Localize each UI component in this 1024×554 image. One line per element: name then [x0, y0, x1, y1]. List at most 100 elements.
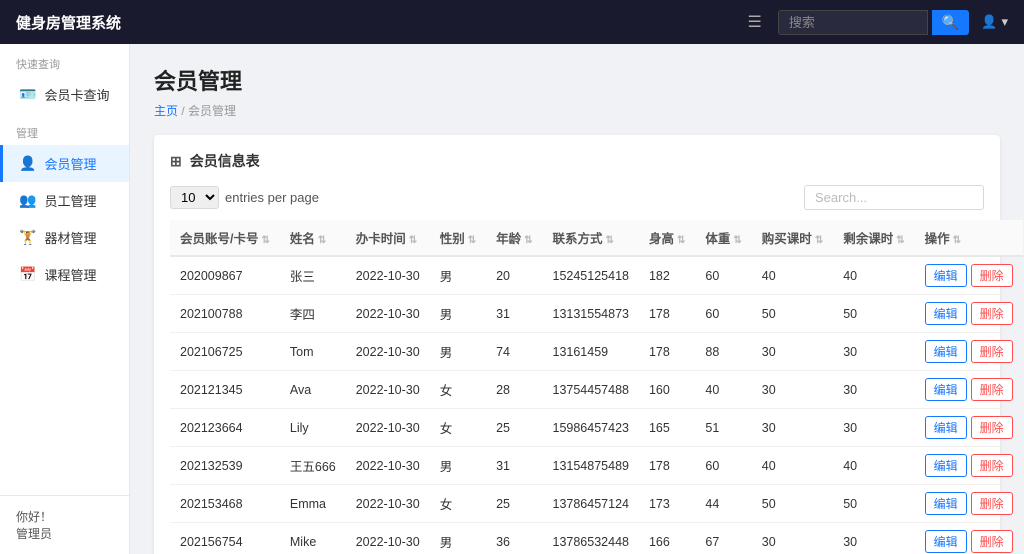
table-row: 202123664Lily2022-10-30女2515986457423165…: [170, 409, 1023, 447]
cell-name: Tom: [280, 333, 346, 371]
cell-age: 20: [486, 256, 542, 295]
sort-icon-age[interactable]: ⇅: [524, 235, 532, 246]
sort-icon-bought[interactable]: ⇅: [815, 235, 823, 246]
col-bought: 购买课时⇅: [752, 220, 833, 256]
edit-button[interactable]: 编辑: [925, 492, 967, 515]
staff-manage-icon: 👥: [19, 192, 36, 209]
cell-age: 74: [486, 333, 542, 371]
col-date: 办卡时间⇅: [346, 220, 430, 256]
cell-date: 2022-10-30: [346, 333, 430, 371]
edit-button[interactable]: 编辑: [925, 416, 967, 439]
user-menu[interactable]: 👤 ▾: [981, 14, 1008, 30]
delete-button[interactable]: 删除: [971, 416, 1013, 439]
col-gender: 性别⇅: [430, 220, 486, 256]
entries-select: 10 25 50 entries per page: [170, 186, 319, 209]
cell-phone: 13161459: [543, 333, 639, 371]
cell-action: 编辑删除: [915, 485, 1023, 523]
sidebar-item-label: 课程管理: [44, 265, 96, 284]
sidebar-item-label: 员工管理: [44, 191, 96, 210]
edit-button[interactable]: 编辑: [925, 264, 967, 287]
cell-remain: 30: [833, 333, 914, 371]
delete-button[interactable]: 删除: [971, 530, 1013, 553]
table-search-input[interactable]: [804, 185, 984, 210]
edit-button[interactable]: 编辑: [925, 454, 967, 477]
cell-age: 25: [486, 485, 542, 523]
sidebar: 快速查询 🪪 会员卡查询 管理 👤 会员管理 👥 员工管理 🏋️ 器材管理 📅 …: [0, 44, 130, 554]
top-search-button[interactable]: 🔍: [932, 10, 969, 35]
top-search: 🔍: [778, 10, 969, 35]
cell-phone: 15245125418: [543, 256, 639, 295]
delete-button[interactable]: 删除: [971, 302, 1013, 325]
user-icon: 👤: [981, 14, 997, 30]
edit-button[interactable]: 编辑: [925, 530, 967, 553]
sort-icon-height[interactable]: ⇅: [677, 235, 685, 246]
table-search: [804, 185, 984, 210]
cell-gender: 男: [430, 256, 486, 295]
cell-age: 25: [486, 409, 542, 447]
edit-button[interactable]: 编辑: [925, 378, 967, 401]
cell-age: 28: [486, 371, 542, 409]
delete-button[interactable]: 删除: [971, 454, 1013, 477]
cell-name: 张三: [280, 256, 346, 295]
top-search-input[interactable]: [778, 10, 928, 35]
delete-button[interactable]: 删除: [971, 378, 1013, 401]
breadcrumb-home[interactable]: 主页: [154, 104, 178, 118]
sort-icon-weight[interactable]: ⇅: [733, 235, 741, 246]
cell-gender: 男: [430, 523, 486, 554]
member-table: 会员账号/卡号⇅ 姓名⇅ 办卡时间⇅ 性别⇅ 年龄⇅ 联系方式⇅ 身高⇅ 体重⇅…: [170, 220, 1023, 554]
page-title: 会员管理: [154, 64, 1000, 96]
sidebar-item-course-manage[interactable]: 📅 课程管理: [0, 256, 129, 293]
sort-icon-date[interactable]: ⇅: [409, 235, 417, 246]
entries-per-page-label: entries per page: [225, 190, 319, 205]
cell-remain: 40: [833, 256, 914, 295]
sort-icon-name[interactable]: ⇅: [318, 235, 326, 246]
cell-weight: 44: [695, 485, 751, 523]
cell-height: 178: [639, 333, 695, 371]
cell-gender: 男: [430, 447, 486, 485]
card-title: 会员信息表: [190, 151, 260, 171]
sort-icon-remain[interactable]: ⇅: [896, 235, 904, 246]
cell-gender: 女: [430, 485, 486, 523]
sidebar-item-staff-manage[interactable]: 👥 员工管理: [0, 182, 129, 219]
cell-date: 2022-10-30: [346, 256, 430, 295]
sort-icon-phone[interactable]: ⇅: [606, 235, 614, 246]
col-name: 姓名⇅: [280, 220, 346, 256]
delete-button[interactable]: 删除: [971, 340, 1013, 363]
cell-bought: 30: [752, 333, 833, 371]
col-phone: 联系方式⇅: [543, 220, 639, 256]
cell-id: 202106725: [170, 333, 280, 371]
cell-id: 202153468: [170, 485, 280, 523]
sidebar-user-info: 你好！ 管理员: [0, 495, 129, 554]
edit-button[interactable]: 编辑: [925, 302, 967, 325]
delete-button[interactable]: 删除: [971, 264, 1013, 287]
sort-icon-id[interactable]: ⇅: [261, 235, 269, 246]
col-action: 操作⇅: [915, 220, 1023, 256]
cell-name: 王五666: [280, 447, 346, 485]
cell-weight: 60: [695, 295, 751, 333]
sidebar-item-equipment-manage[interactable]: 🏋️ 器材管理: [0, 219, 129, 256]
cell-bought: 30: [752, 409, 833, 447]
cell-date: 2022-10-30: [346, 295, 430, 333]
cell-action: 编辑删除: [915, 295, 1023, 333]
main-content: 会员管理 主页 / 会员管理 ⊞ 会员信息表 10 25 50 entries …: [130, 44, 1024, 554]
sort-icon-gender[interactable]: ⇅: [468, 235, 476, 246]
edit-button[interactable]: 编辑: [925, 340, 967, 363]
cell-height: 182: [639, 256, 695, 295]
sidebar-item-member-manage[interactable]: 👤 会员管理: [0, 145, 129, 182]
cell-height: 160: [639, 371, 695, 409]
cell-id: 202123664: [170, 409, 280, 447]
sort-icon-action[interactable]: ⇅: [953, 235, 961, 246]
cell-bought: 50: [752, 295, 833, 333]
sidebar-item-member-card-query[interactable]: 🪪 会员卡查询: [0, 76, 129, 113]
user-dropdown-icon: ▾: [1001, 14, 1008, 30]
menu-icon[interactable]: ☰: [748, 12, 762, 32]
cell-height: 178: [639, 295, 695, 333]
entries-per-page-select[interactable]: 10 25 50: [170, 186, 219, 209]
table-controls: 10 25 50 entries per page: [170, 185, 984, 210]
cell-date: 2022-10-30: [346, 485, 430, 523]
cell-age: 36: [486, 523, 542, 554]
cell-height: 173: [639, 485, 695, 523]
cell-phone: 13154875489: [543, 447, 639, 485]
delete-button[interactable]: 删除: [971, 492, 1013, 515]
member-card-icon: 🪪: [19, 86, 36, 103]
